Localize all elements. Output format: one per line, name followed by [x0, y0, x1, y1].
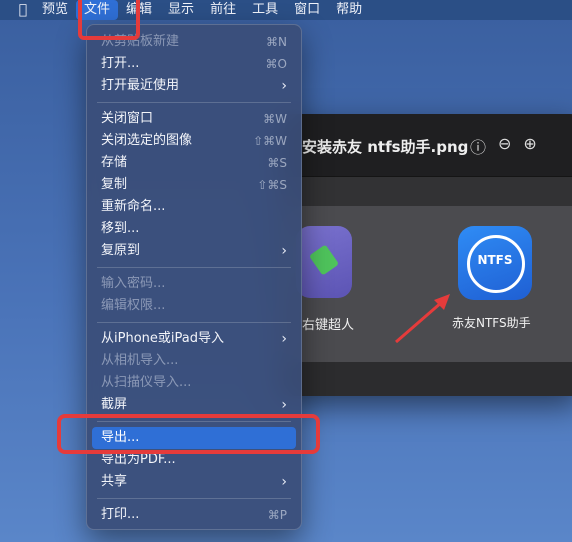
menu-item-open-recent[interactable]: 打开最近使用 › — [92, 75, 296, 97]
menu-item-duplicate[interactable]: 复制 ⇧⌘S — [92, 174, 296, 196]
menu-item-label: 从iPhone或iPad导入 — [101, 331, 224, 346]
window-title: 安装赤友 ntfs助手.png — [302, 138, 469, 156]
menu-item-label: 关闭选定的图像 — [101, 133, 193, 148]
chevron-right-icon: › — [281, 243, 287, 259]
menu-item-label: 编辑权限... — [101, 298, 166, 313]
app-label-ntfs: 赤友NTFS助手 — [452, 316, 531, 330]
menu-item-revert-to[interactable]: 复原到 › — [92, 240, 296, 262]
zoom-out-icon[interactable]: ⊖ — [498, 134, 511, 158]
chevron-right-icon: › — [281, 397, 287, 413]
menu-item-print[interactable]: 打印... ⌘P — [92, 504, 296, 526]
highlight-file-menu — [78, 0, 140, 40]
file-menu: 从剪贴板新建 ⌘N 打开... ⌘O 打开最近使用 › 关闭窗口 ⌘W 关闭选定的图像 ⇧… — [86, 24, 302, 530]
shortcut: ⌘W — [263, 112, 287, 126]
window-toolbar: ⓘ ⊖ ⊕ — [470, 134, 537, 158]
menu-item-screenshot[interactable]: 截屏 › — [92, 394, 296, 416]
shortcut: ⇧⌘S — [257, 178, 287, 192]
menu-item-import-from-scanner[interactable]: 从扫描仪导入... — [92, 372, 296, 394]
info-icon[interactable]: ⓘ — [470, 134, 486, 158]
menu-item-save[interactable]: 存储 ⌘S — [92, 152, 296, 174]
chevron-right-icon: › — [281, 474, 287, 490]
menu-item-label: 输入密码... — [101, 276, 166, 291]
menu-item-label: 从扫描仪导入... — [101, 375, 192, 390]
menu-item-label: 打开最近使用 — [101, 78, 180, 93]
ntfs-app-icon: NTFS — [458, 226, 532, 300]
menu-window[interactable]: 窗口 — [286, 0, 328, 20]
zoom-in-icon[interactable]: ⊕ — [523, 134, 536, 158]
menu-item-label: 重新命名... — [101, 199, 166, 214]
menu-item-close-selected-image[interactable]: 关闭选定的图像 ⇧⌘W — [92, 130, 296, 152]
menu-item-enter-password[interactable]: 输入密码... — [92, 273, 296, 295]
menu-help[interactable]: 帮助 — [328, 0, 370, 20]
window-bottom — [280, 362, 572, 396]
shortcut: ⌘N — [266, 35, 287, 49]
preview-window: 安装赤友 ntfs助手.png ⓘ ⊖ ⊕ 右键超人 NTFS 赤友NTFS助手 — [280, 114, 572, 396]
menu-item-import-from-camera[interactable]: 从相机导入... — [92, 350, 296, 372]
shortcut: ⌘O — [265, 57, 287, 71]
separator — [97, 498, 291, 499]
menu-preview[interactable]: 预览 — [34, 0, 76, 20]
menu-item-label: 共享 — [101, 474, 128, 489]
separator — [97, 102, 291, 103]
menu-item-label: 截屏 — [101, 397, 128, 412]
window-toolbar-strip — [280, 177, 572, 207]
right-click-app-icon — [296, 226, 352, 298]
shortcut: ⌘S — [267, 156, 287, 170]
menu-item-label: 关闭窗口 — [101, 111, 154, 126]
shortcut: ⌘P — [267, 508, 287, 522]
ntfs-icon-text: NTFS — [477, 253, 513, 267]
menu-go[interactable]: 前往 — [202, 0, 244, 20]
menu-item-import-from-iphone[interactable]: 从iPhone或iPad导入 › — [92, 328, 296, 350]
separator — [97, 267, 291, 268]
menu-item-label: 打开... — [101, 56, 140, 71]
highlight-export-item — [57, 414, 320, 454]
menu-item-label: 存储 — [101, 155, 128, 170]
menu-item-label: 复原到 — [101, 243, 141, 258]
separator — [97, 322, 291, 323]
menu-item-label: 复制 — [101, 177, 128, 192]
shortcut: ⇧⌘W — [253, 134, 287, 148]
leaf-icon — [308, 244, 340, 276]
menu-item-label: 从相机导入... — [101, 353, 179, 368]
menu-item-close-window[interactable]: 关闭窗口 ⌘W — [92, 108, 296, 130]
menu-tools[interactable]: 工具 — [244, 0, 286, 20]
menu-item-edit-permissions[interactable]: 编辑权限... — [92, 295, 296, 317]
app-label-right-click: 右键超人 — [302, 318, 355, 333]
menu-item-label: 移到... — [101, 221, 140, 236]
menu-item-open[interactable]: 打开... ⌘O — [92, 53, 296, 75]
menu-item-rename[interactable]: 重新命名... — [92, 196, 296, 218]
menu-item-share[interactable]: 共享 › — [92, 471, 296, 493]
chevron-right-icon: › — [281, 331, 287, 347]
apple-icon[interactable]:  — [12, 2, 34, 18]
chevron-right-icon: › — [281, 78, 287, 94]
menu-item-label: 打印... — [101, 507, 140, 522]
menu-item-move-to[interactable]: 移到... — [92, 218, 296, 240]
menu-view[interactable]: 显示 — [160, 0, 202, 20]
window-titlebar: 安装赤友 ntfs助手.png ⓘ ⊖ ⊕ — [280, 114, 572, 177]
